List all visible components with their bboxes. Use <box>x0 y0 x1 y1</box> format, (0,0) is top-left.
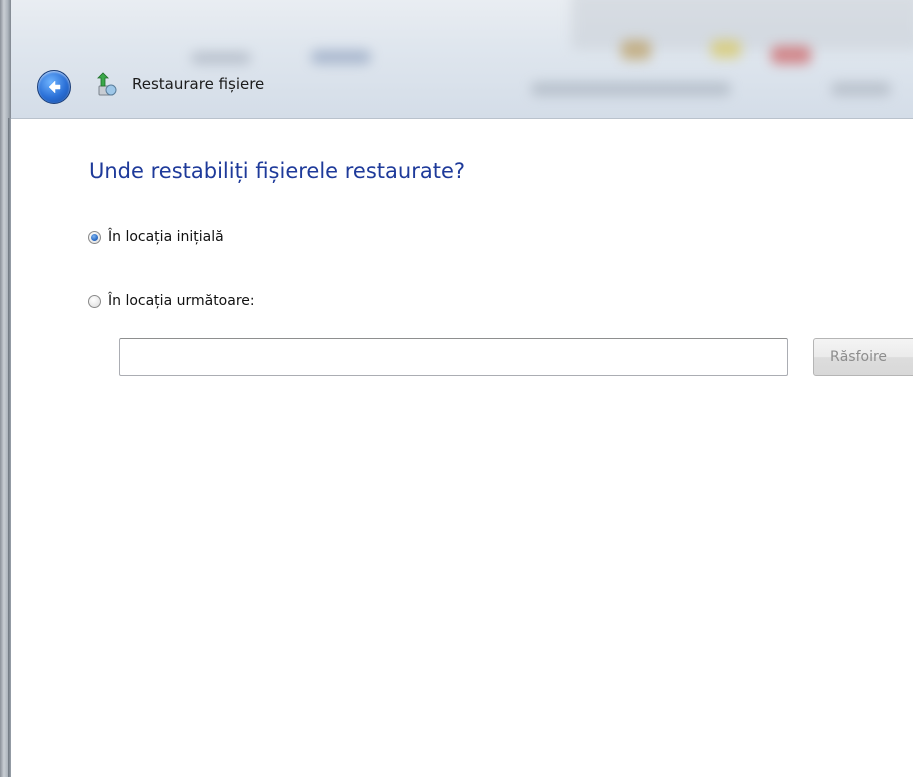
back-arrow-icon <box>48 80 61 94</box>
blurred-background <box>771 46 811 64</box>
blurred-background <box>831 82 891 96</box>
title-bar: Restaurare fișiere <box>11 0 913 119</box>
radio-button-original[interactable] <box>88 230 101 244</box>
blurred-background <box>531 82 731 96</box>
restore-files-icon <box>97 72 117 96</box>
page-title: Unde restabiliți fișierele restaurate? <box>89 159 466 183</box>
back-button[interactable] <box>37 70 71 104</box>
radio-selected-dot <box>91 233 98 241</box>
blurred-background <box>711 40 741 58</box>
blurred-background <box>311 50 371 64</box>
blurred-background <box>621 40 651 60</box>
radio-label-following: În locația următoare: <box>108 293 255 309</box>
restore-files-window: Restaurare fișiere Unde restabiliți fiși… <box>0 0 913 777</box>
blurred-background <box>191 52 251 64</box>
window-title: Restaurare fișiere <box>132 75 265 93</box>
restore-location-panel: Unde restabiliți fișierele restaurate? Î… <box>11 119 913 777</box>
radio-label-original: În locația inițială <box>108 229 224 245</box>
radio-original-location[interactable]: În locația inițială <box>88 229 224 245</box>
browse-button[interactable]: Răsfoire <box>813 338 913 376</box>
radio-following-location[interactable]: În locația următoare: <box>88 293 255 309</box>
location-path-input[interactable] <box>119 338 788 376</box>
radio-button-following[interactable] <box>88 294 101 308</box>
